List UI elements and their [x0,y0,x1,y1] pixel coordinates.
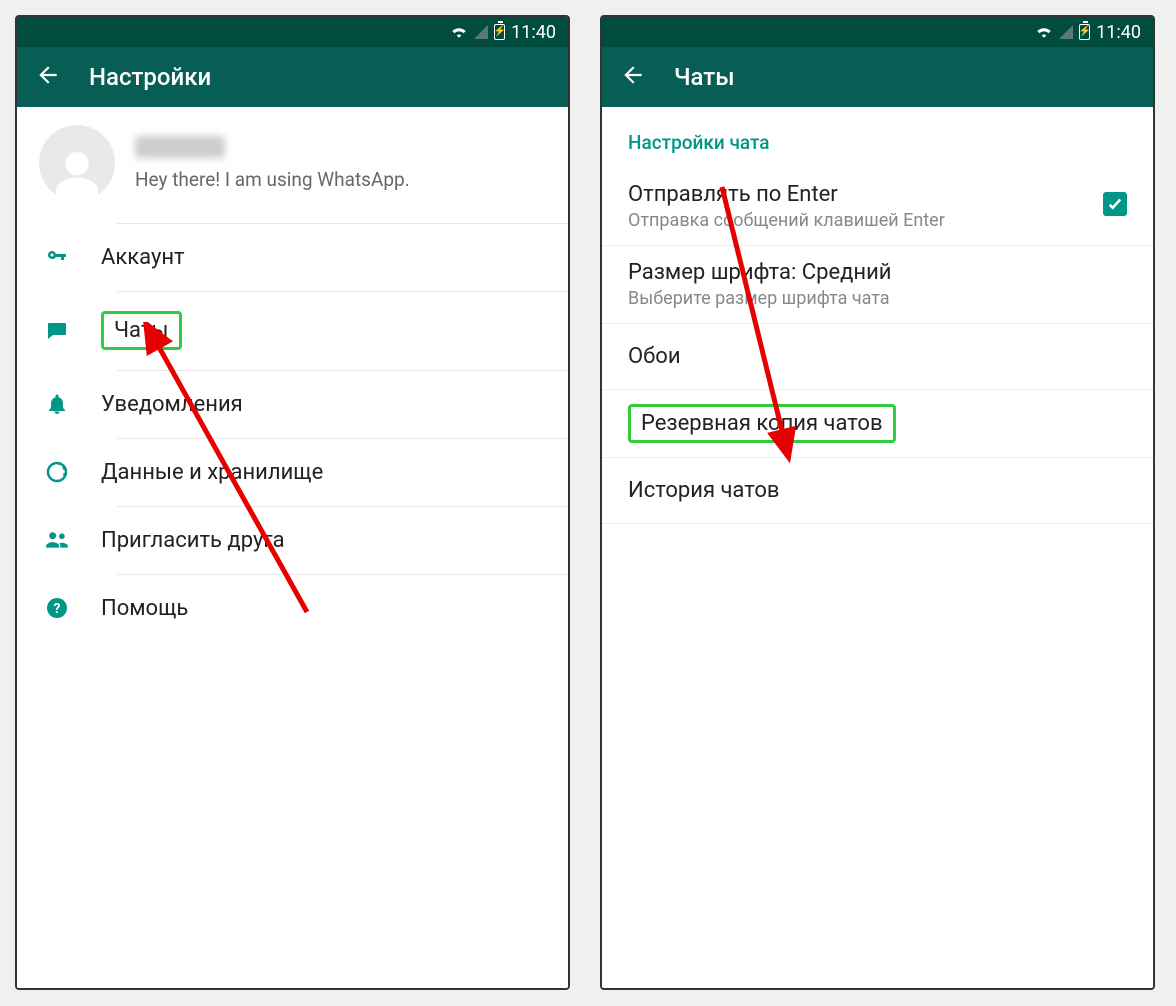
menu-item-chats[interactable]: Чаты [17,291,568,370]
appbar-title: Чаты [674,63,735,91]
app-bar: Чаты [602,47,1153,107]
menu-label: Чаты [114,318,169,343]
setting-subtitle: Отправка сообщений клавишей Enter [628,210,1087,231]
status-bar: ⚡ 11:40 [602,17,1153,47]
menu-label: Уведомления [101,392,243,417]
setting-enter-send[interactable]: Отправлять по Enter Отправка сообщений к… [602,168,1153,246]
setting-wallpaper[interactable]: Обои [602,324,1153,390]
status-time: 11:40 [1096,22,1141,43]
menu-item-data[interactable]: Данные и хранилище [17,438,568,506]
setting-subtitle: Выберите размер шрифта чата [628,288,1127,309]
menu-label: Данные и хранилище [101,460,323,485]
setting-title: Размер шрифта: Средний [628,260,1127,285]
section-header: Настройки чата [602,107,1153,168]
setting-font-size[interactable]: Размер шрифта: Средний Выберите размер ш… [602,246,1153,324]
help-icon: ? [43,594,71,622]
key-icon [43,243,71,271]
battery-icon: ⚡ [1079,24,1090,40]
profile-row[interactable]: Hey there! I am using WhatsApp. [17,107,568,223]
settings-content: Hey there! I am using WhatsApp. Аккаунт … [17,107,568,988]
menu-item-notifications[interactable]: Уведомления [17,370,568,438]
battery-icon: ⚡ [494,24,505,40]
phone-chats-settings: ⚡ 11:40 Чаты Настройки чата Отправлять п… [600,15,1155,990]
appbar-title: Настройки [89,63,211,91]
back-icon[interactable] [35,62,61,92]
back-icon[interactable] [620,62,646,92]
phone-settings: ⚡ 11:40 Настройки Hey there! I am using … [15,15,570,990]
status-bar: ⚡ 11:40 [17,17,568,47]
menu-item-invite[interactable]: Пригласить друга [17,506,568,574]
menu-label: Пригласить друга [101,528,285,553]
checkbox-checked-icon[interactable] [1103,192,1127,216]
signal-icon [474,25,488,39]
profile-status: Hey there! I am using WhatsApp. [135,168,546,191]
menu-label: Помощь [101,596,188,621]
setting-title: Резервная копия чатов [641,411,883,436]
data-icon [43,458,71,486]
svg-text:?: ? [54,601,61,617]
profile-name-blurred [135,136,225,158]
chats-settings-content: Настройки чата Отправлять по Enter Отпра… [602,107,1153,988]
setting-title: Отправлять по Enter [628,182,1087,207]
menu-item-account[interactable]: Аккаунт [17,223,568,291]
people-icon [43,526,71,554]
status-time: 11:40 [511,22,556,43]
chat-icon [43,317,71,345]
setting-title: Обои [628,344,1127,369]
setting-chat-history[interactable]: История чатов [602,458,1153,524]
bell-icon [43,390,71,418]
setting-chat-backup[interactable]: Резервная копия чатов [602,390,1153,458]
wifi-icon [1035,22,1053,43]
settings-menu: Аккаунт Чаты Уведомления [17,223,568,642]
wifi-icon [450,22,468,43]
avatar [39,125,115,201]
highlight-backup: Резервная копия чатов [628,404,896,443]
menu-label: Аккаунт [101,245,185,270]
highlight-chats: Чаты [101,311,182,350]
menu-item-help[interactable]: ? Помощь [17,574,568,642]
setting-title: История чатов [628,478,1127,503]
signal-icon [1059,25,1073,39]
app-bar: Настройки [17,47,568,107]
